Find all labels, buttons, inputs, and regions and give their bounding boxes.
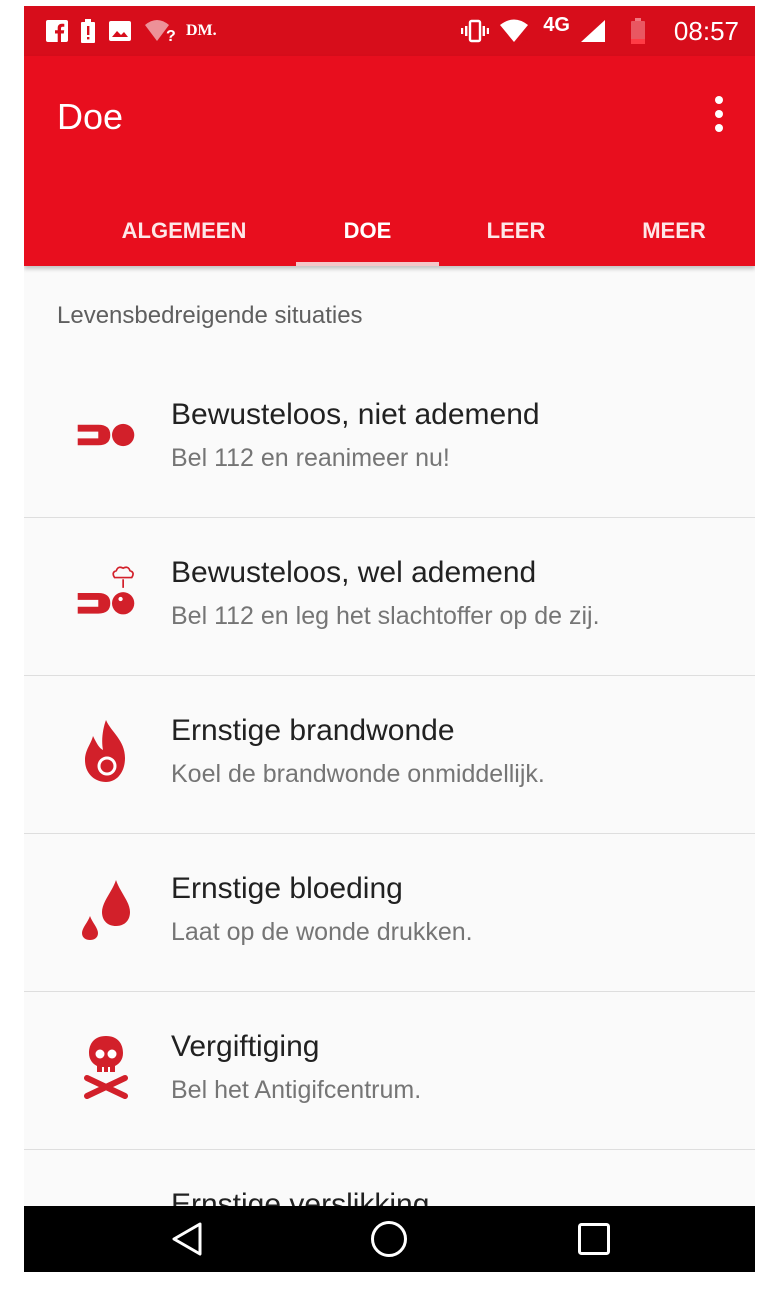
page-title: Doe [57, 96, 124, 137]
situations-list: Bewusteloos, niet ademend Bel 112 en rea… [24, 360, 755, 1272]
item-title: Ernstige brandwonde [171, 714, 455, 747]
status-bar: ? DM. × 4G 08:57 [24, 6, 755, 56]
item-title: Ernstige bloeding [171, 872, 403, 905]
svg-text:?: ? [166, 28, 176, 43]
wifi-question-icon: ? [144, 18, 178, 44]
battery-low-icon [630, 18, 646, 44]
more-vert-icon[interactable] [713, 96, 725, 132]
list-item[interactable]: Ernstige brandwonde Koel de brandwonde o… [24, 676, 755, 834]
tab-indicator [296, 262, 439, 266]
list-item[interactable]: Ernstige bloeding Laat op de wonde drukk… [24, 834, 755, 992]
tab-algemeen[interactable]: ALGEMEEN [96, 196, 272, 266]
tab-bar: ALGEMEEN DOE LEER MEER [24, 196, 755, 266]
recents-icon[interactable] [574, 1219, 614, 1259]
app-bar: Doe ALGEMEEN DOE LEER MEER [24, 56, 755, 266]
back-icon[interactable] [167, 1219, 207, 1259]
network-type-label: 4G [543, 13, 570, 36]
item-title: Bewusteloos, wel ademend [171, 556, 537, 589]
tab-meer[interactable]: MEER [614, 196, 734, 266]
tab-leer[interactable]: LEER [464, 196, 568, 266]
item-subtitle: Bel 112 en reanimeer nu! [171, 444, 450, 472]
item-subtitle: Bel het Antigifcentrum. [171, 1076, 422, 1104]
skull-crossbones-icon [76, 1032, 136, 1102]
list-item[interactable]: Vergiftiging Bel het Antigifcentrum. [24, 992, 755, 1150]
item-title: Bewusteloos, niet ademend [171, 398, 540, 431]
vibrate-icon [461, 18, 490, 44]
tab-doe[interactable]: DOE [296, 196, 439, 266]
item-title: Vergiftiging [171, 1030, 320, 1063]
svg-text:×: × [521, 30, 529, 43]
signal-icon [580, 18, 606, 44]
home-icon[interactable] [369, 1219, 409, 1259]
navigation-bar [24, 1206, 755, 1272]
item-subtitle: Bel 112 en leg het slachtoffer op de zij… [171, 602, 600, 630]
status-carrier-text: DM. [186, 22, 217, 39]
list-item[interactable]: Bewusteloos, niet ademend Bel 112 en rea… [24, 360, 755, 518]
flame-icon [76, 716, 136, 786]
phone-screen: ? DM. × 4G 08:57 Doe ALGEMEEN DOE LEER M… [24, 6, 755, 1272]
recovery-position-icon [76, 558, 136, 628]
unconscious-icon [76, 400, 136, 470]
facebook-icon [46, 18, 68, 44]
item-subtitle: Koel de brandwonde onmiddellijk. [171, 760, 545, 788]
item-subtitle: Laat op de wonde drukken. [171, 918, 473, 946]
blood-drop-icon [76, 874, 136, 944]
image-icon [108, 18, 132, 44]
wifi-off-icon: × [499, 18, 533, 44]
alert-battery-icon [80, 18, 96, 44]
status-clock: 08:57 [673, 15, 739, 46]
list-item[interactable]: Bewusteloos, wel ademend Bel 112 en leg … [24, 518, 755, 676]
section-header: Levensbedreigende situaties [57, 302, 363, 329]
